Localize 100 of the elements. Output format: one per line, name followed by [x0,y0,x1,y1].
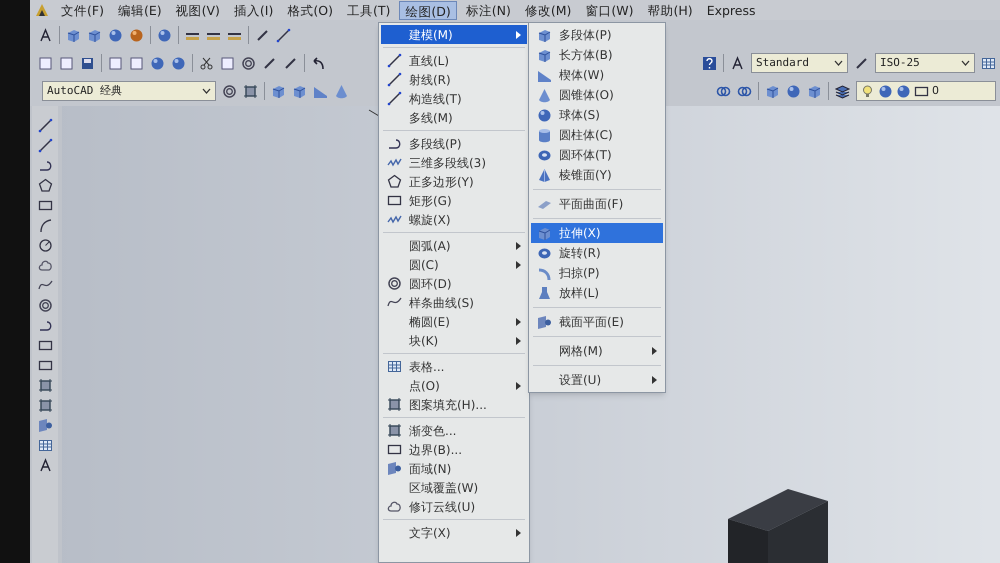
ring-icon[interactable] [222,84,237,98]
menu-item[interactable]: 螺旋(X) [381,210,527,229]
line-icon[interactable] [38,118,52,133]
menu-item[interactable]: 边界(B)... [381,440,527,459]
menu-item[interactable]: 帮助(H) [642,0,698,20]
text-style-dropdown[interactable]: Standard [751,53,848,73]
ring-icon[interactable] [38,298,52,313]
menu-item[interactable]: 圆环(D) [381,274,527,293]
menu-item[interactable]: 平面曲面(F) [531,194,663,214]
menu-item[interactable]: 点(O) [381,376,527,395]
menu-item[interactable]: 格式(O) [282,0,338,20]
workspace-dropdown[interactable]: AutoCAD 经典 [42,81,216,101]
undo-icon[interactable] [311,56,326,70]
menu-item[interactable]: 棱锥面(Y) [531,165,663,185]
scissors-icon[interactable] [199,56,214,70]
sphere-icon[interactable] [896,84,911,98]
menu-item[interactable]: 编辑(E) [112,0,167,20]
cloud-icon[interactable] [38,258,52,273]
menu-item[interactable]: 多线(M) [381,108,527,127]
menu-item[interactable]: 正多边形(Y) [381,172,527,191]
menu-item[interactable]: 视图(V) [170,0,225,20]
menu-item[interactable]: 截面平面(E) [531,312,663,332]
line-icon[interactable] [276,28,291,42]
menu-item[interactable]: 工具(T) [342,0,396,20]
sphere-icon[interactable] [150,56,165,70]
menu-item[interactable]: Express [702,0,760,20]
menu-item[interactable]: 修改(M) [520,0,576,20]
menu-item[interactable]: 旋转(R) [531,243,663,263]
menu-item[interactable]: 球体(S) [531,105,663,125]
cube-icon[interactable] [765,84,780,98]
menu-item[interactable]: 网格(M) [531,341,663,361]
menu-item[interactable]: 区域覆盖(W) [381,478,527,497]
app-icon[interactable] [34,2,50,18]
sphere-icon[interactable] [157,28,172,42]
menu-item[interactable]: 楔体(W) [531,65,663,85]
menu-item[interactable]: 放样(L) [531,283,663,303]
bulb-icon[interactable] [860,84,875,98]
save-icon[interactable] [80,56,95,70]
section-icon[interactable] [38,418,52,433]
rectangle-icon[interactable] [38,198,52,213]
menu-item[interactable]: 文件(F) [56,0,109,20]
menu-item[interactable]: 样条曲线(S) [381,293,527,312]
sphere-icon[interactable] [108,28,123,42]
page-icon[interactable] [220,56,235,70]
letter-a-icon[interactable] [730,56,745,70]
circle-icon[interactable] [38,238,52,253]
menu-item[interactable]: 圆锥体(O) [531,85,663,105]
arc-icon[interactable] [38,218,52,233]
menu-item[interactable]: 扫掠(P) [531,263,663,283]
menu-item[interactable]: 拉伸(X) [531,223,663,243]
menu-item[interactable]: 椭圆(E) [381,312,527,331]
menu-item[interactable]: 构造线(T) [381,89,527,108]
pen-icon[interactable] [854,56,869,70]
menu-item[interactable]: 标注(N) [460,0,516,20]
menu-item[interactable]: 三维多段线(3) [381,153,527,172]
menu-item[interactable]: 插入(I) [228,0,278,20]
line-icon[interactable] [38,138,52,153]
rings-icon[interactable] [737,84,752,98]
pen-icon[interactable] [283,56,298,70]
menu-item[interactable]: 渐变色... [381,421,527,440]
menu-item[interactable]: 射线(R) [381,70,527,89]
hatch-icon[interactable] [243,84,258,98]
page-icon[interactable] [59,56,74,70]
rectangle-icon[interactable] [38,358,52,373]
menu-item[interactable]: 圆(C) [381,255,527,274]
menu-item[interactable]: 圆柱体(C) [531,125,663,145]
cube-icon[interactable] [87,28,102,42]
page-icon[interactable] [129,56,144,70]
cube-icon[interactable] [271,84,286,98]
pen-icon[interactable] [255,28,270,42]
menu-item[interactable]: 圆环体(T) [531,145,663,165]
menu-item[interactable]: 多段线(P) [381,134,527,153]
menu-item[interactable]: 矩形(G) [381,191,527,210]
sphere-icon[interactable] [878,84,893,98]
menu-item[interactable]: 窗口(W) [580,0,639,20]
table-icon[interactable] [981,56,996,70]
layer-dropdown[interactable]: 0 [856,81,996,101]
menu-item[interactable]: 表格... [381,357,527,376]
sphere-icon[interactable] [171,56,186,70]
layers-icon[interactable] [835,84,850,98]
hatch-icon[interactable] [38,378,52,393]
table-icon[interactable] [38,438,52,453]
menu-item[interactable]: 文字(X) [381,523,527,542]
rectangle-icon[interactable] [38,338,52,353]
menu-item[interactable]: 图案填充(H)... [381,395,527,414]
menu-item[interactable]: 圆弧(A) [381,236,527,255]
menu-item[interactable]: 设置(U) [531,370,663,390]
menu-item[interactable]: 建模(M) [381,25,527,44]
menu-item[interactable]: 块(K) [381,331,527,350]
menu-item[interactable]: 直线(L) [381,51,527,70]
menu-item[interactable]: 修订云线(U) [381,497,527,516]
page-icon[interactable] [38,56,53,70]
cube-icon[interactable] [807,84,822,98]
menu-item[interactable]: 面域(N) [381,459,527,478]
pen-icon[interactable] [262,56,277,70]
letter-a-icon[interactable] [38,458,52,473]
sphere-icon[interactable] [129,28,144,42]
dimension-style-dropdown[interactable]: ISO-25 [875,53,975,73]
page-icon[interactable] [108,56,123,70]
cube-icon[interactable] [292,84,307,98]
